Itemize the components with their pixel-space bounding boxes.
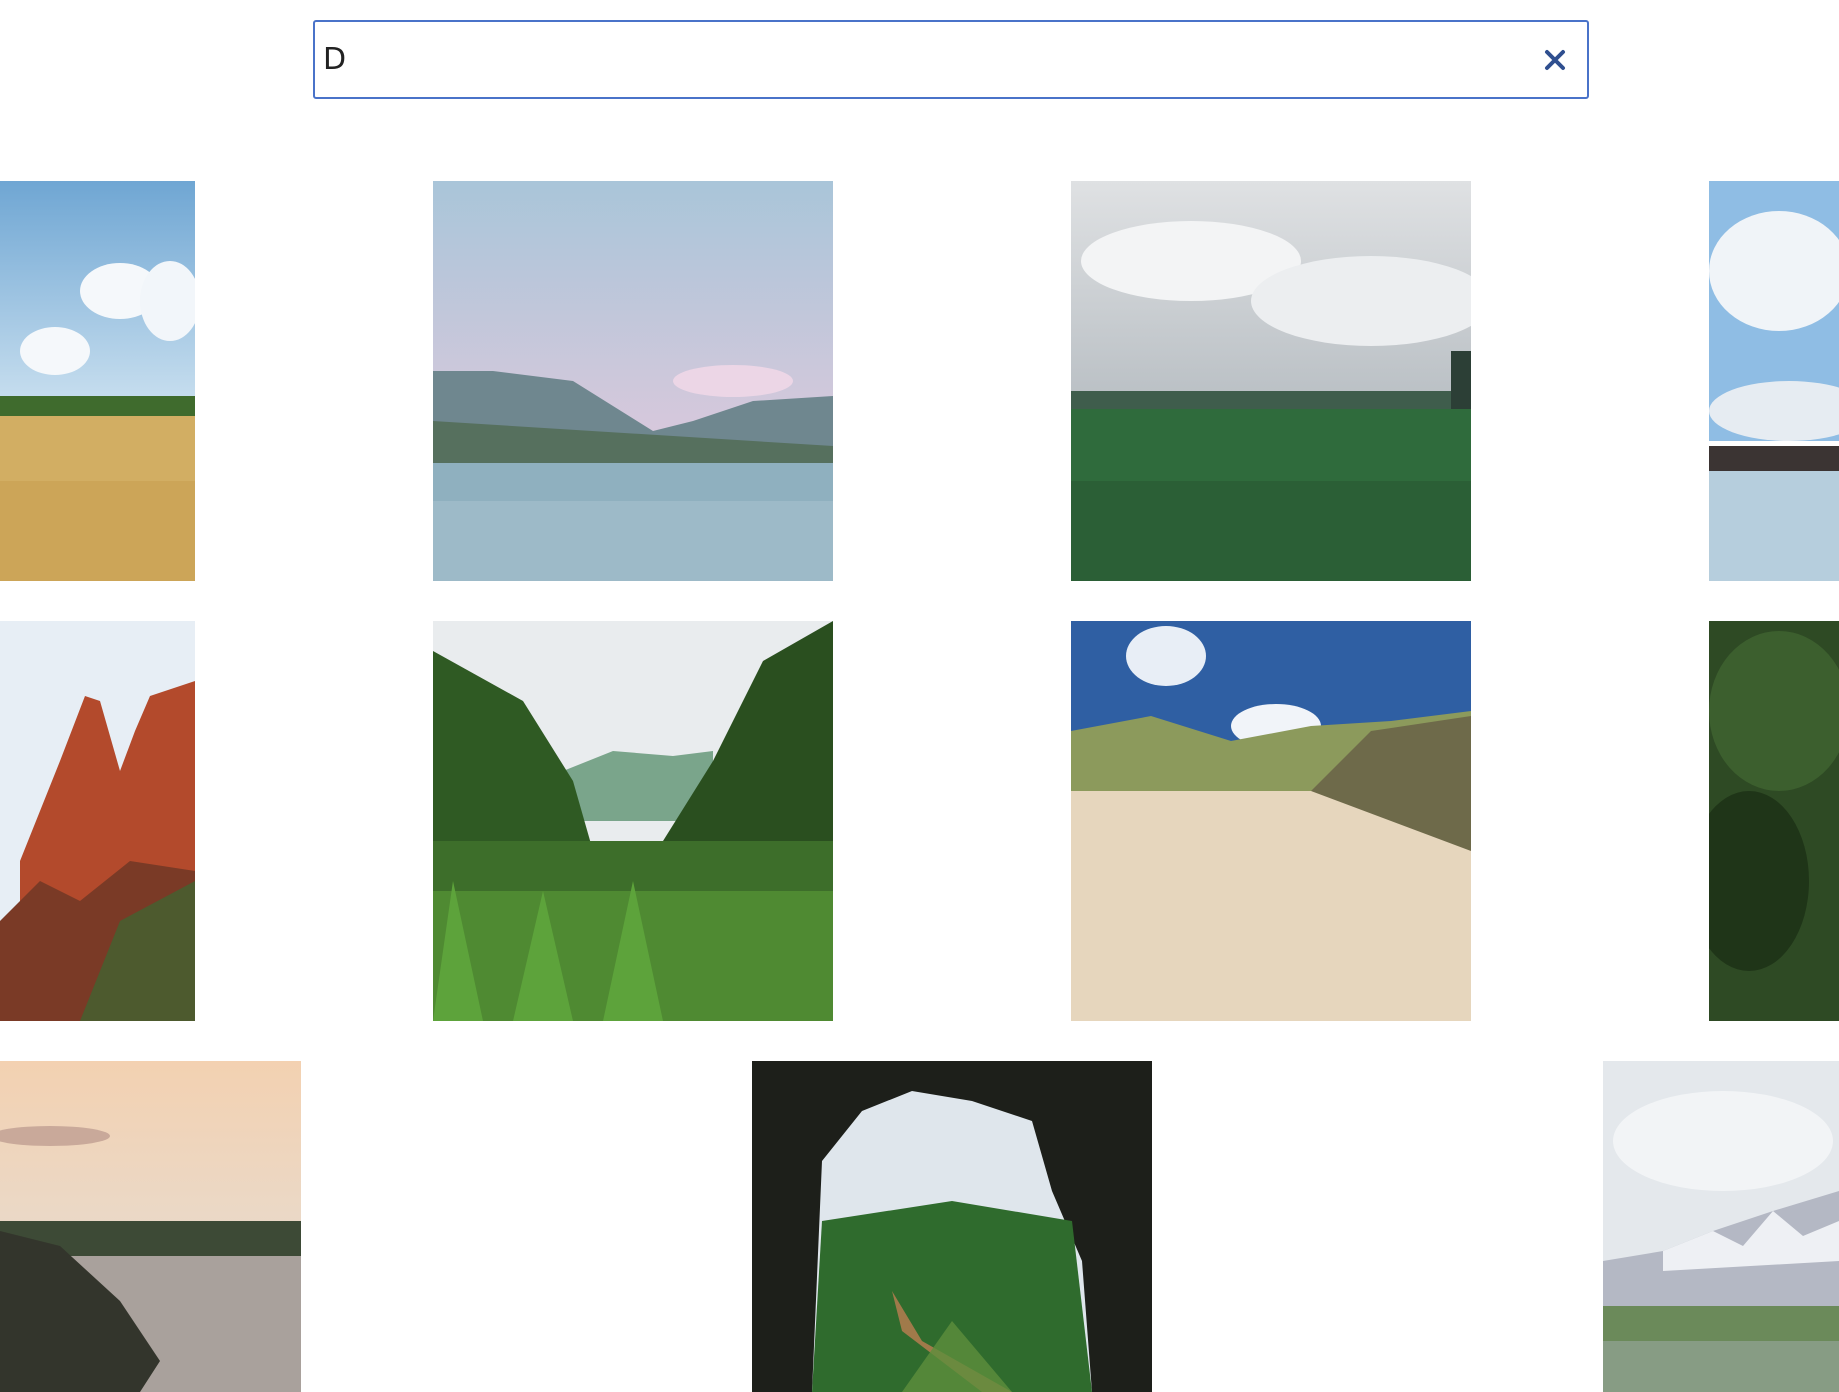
search-input[interactable] (323, 22, 1503, 97)
gallery-image-lake-mountains-pastel[interactable] (433, 181, 833, 581)
gallery-image-dark-forest[interactable] (1709, 621, 1839, 1021)
gallery-image-coastline-sunset[interactable] (0, 1061, 301, 1392)
gallery-image-sand-dunes-blue-sky[interactable] (1071, 621, 1471, 1021)
gallery-image-green-meadow-cloudy[interactable] (1071, 181, 1471, 581)
clear-search-button[interactable] (1535, 40, 1575, 80)
gallery-image-red-rock-spires[interactable] (0, 621, 195, 1021)
close-icon (1545, 50, 1565, 70)
gallery-image-wheat-field-sky[interactable] (0, 181, 195, 581)
gallery-image-glacier-lagoon[interactable] (1709, 181, 1839, 581)
search-bar (313, 20, 1589, 99)
gallery-image-green-valley-grass[interactable] (433, 621, 833, 1021)
gallery-image-cave-view-valley[interactable] (752, 1061, 1152, 1392)
gallery-image-snowy-mountains-meadow[interactable] (1603, 1061, 1839, 1392)
